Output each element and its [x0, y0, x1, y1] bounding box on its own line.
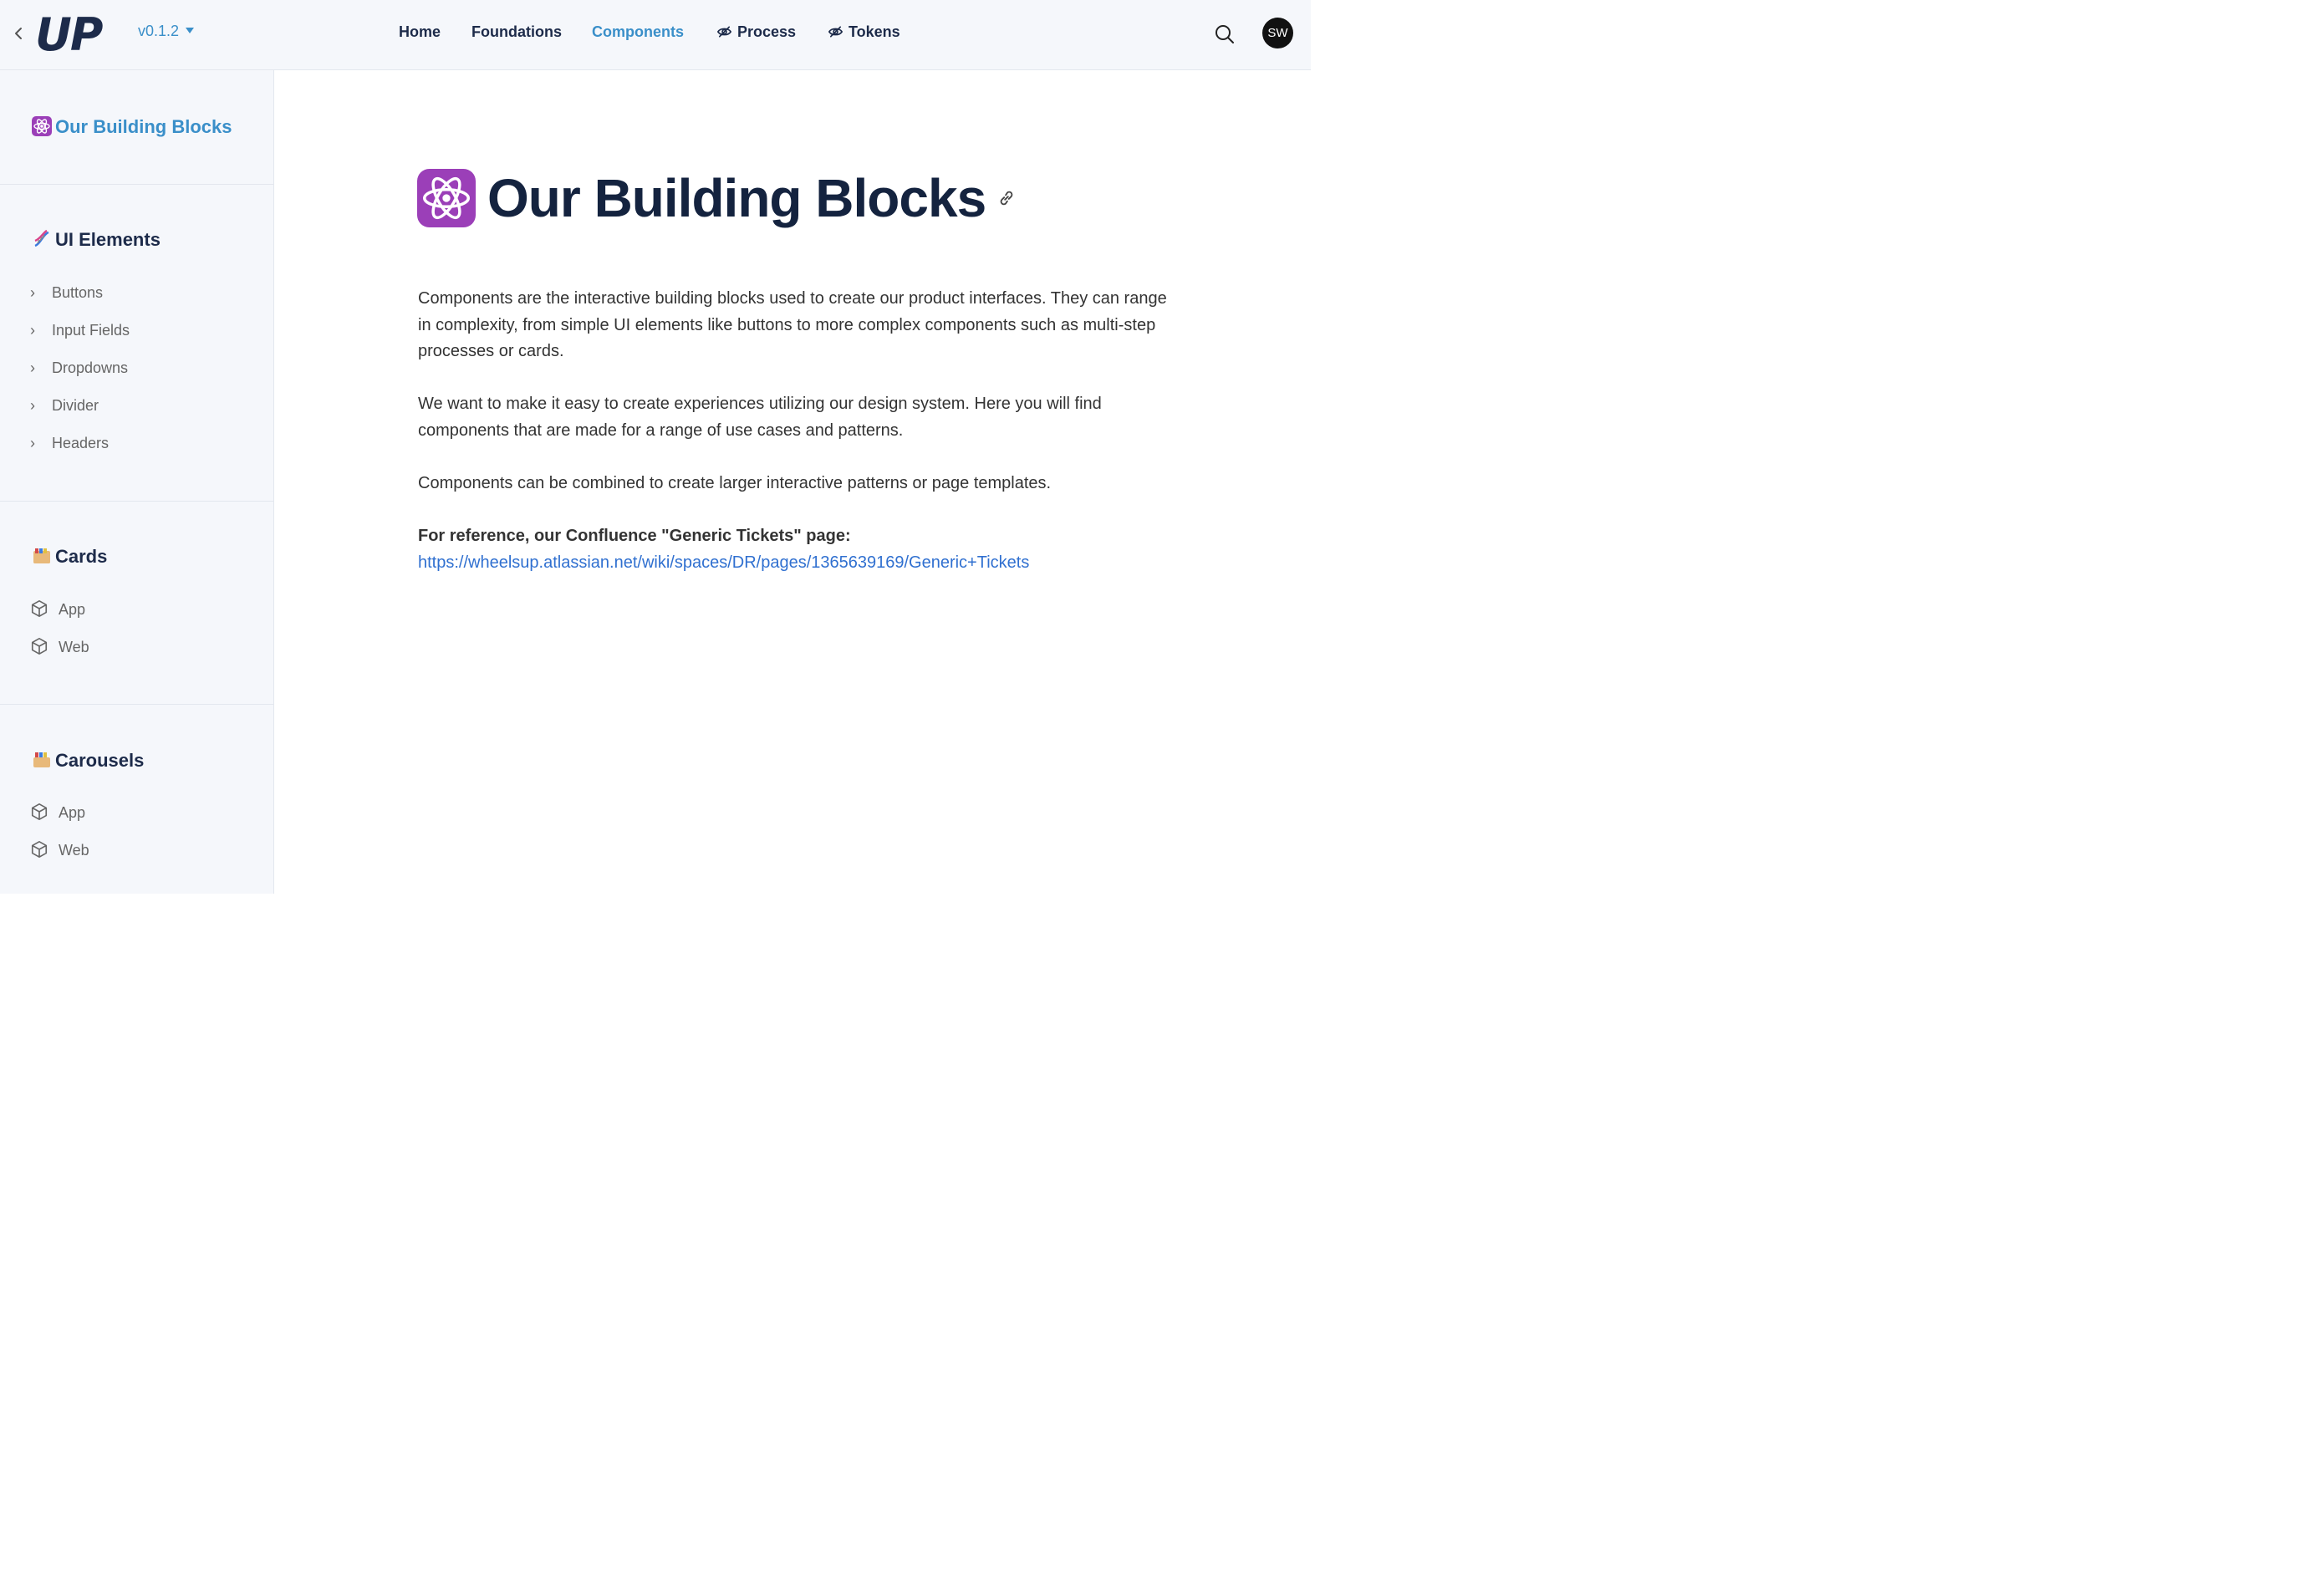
cube-icon — [31, 600, 48, 618]
chevron-right-icon: › — [30, 284, 35, 301]
caret-down-icon — [186, 27, 195, 33]
version-label: v0.1.2 — [138, 23, 180, 39]
sidebar: Our Building Blocks UI Elements › Buttons… — [0, 70, 274, 894]
eye-off-icon — [716, 26, 732, 38]
system-paragraph: We want to make it easy to create experi… — [418, 395, 1102, 440]
divider — [0, 501, 273, 502]
section-ui-elements-label: UI Elements — [55, 229, 161, 250]
page-title-text: Our Building Blocks — [487, 168, 986, 228]
dna-icon — [34, 230, 49, 247]
divider — [0, 184, 273, 185]
section-cards: Cards — [32, 546, 107, 568]
sidebar-item-divider[interactable]: › Divider — [30, 397, 99, 415]
nav-components[interactable]: Components — [592, 23, 684, 41]
chevron-right-icon: › — [30, 397, 35, 414]
sidebar-item-cards-web[interactable]: Web — [30, 638, 89, 657]
chevron-right-icon: › — [30, 359, 35, 376]
sidebar-top-label: Our Building Blocks — [55, 116, 232, 137]
section-carousels: Carousels — [32, 750, 144, 772]
intro-paragraph: Components are the interactive building … — [418, 289, 1167, 360]
nav-tokens-label: Tokens — [849, 23, 900, 40]
eye-off-icon — [828, 26, 843, 38]
sidebar-item-label: Divider — [52, 397, 99, 414]
nav-home[interactable]: Home — [399, 23, 441, 41]
sidebar-item-cards-app[interactable]: App — [30, 600, 86, 619]
card-box-icon — [33, 548, 50, 564]
top-bar: UP v0.1.2 Home Foundations Components Pr… — [0, 0, 1311, 70]
reference-label: For reference, our Confluence "Generic T… — [418, 527, 851, 545]
section-carousels-label: Carousels — [55, 750, 145, 771]
sidebar-item-label: Headers — [52, 435, 110, 451]
avatar[interactable]: SW — [1262, 18, 1293, 48]
reference-block: For reference, our Confluence "Generic T… — [418, 523, 1170, 576]
nav-process-label: Process — [737, 23, 797, 40]
sidebar-item-carousels-app[interactable]: App — [30, 803, 86, 823]
section-ui-elements: UI Elements — [32, 229, 161, 251]
sidebar-item-label: App — [59, 804, 86, 821]
logo[interactable]: UP — [35, 8, 103, 61]
nav-foundations[interactable]: Foundations — [471, 23, 562, 41]
section-cards-label: Cards — [55, 546, 108, 567]
search-icon[interactable] — [1214, 23, 1236, 45]
back-chevron-icon[interactable] — [10, 23, 27, 43]
page-title: Our Building Blocks — [417, 167, 1016, 229]
sidebar-item-label: Buttons — [52, 284, 104, 301]
sidebar-item-label: Web — [59, 842, 89, 859]
link-icon[interactable] — [997, 189, 1016, 207]
sidebar-item-label: Web — [59, 639, 89, 655]
atom-icon — [32, 116, 52, 137]
cube-icon — [31, 841, 48, 859]
chevron-right-icon: › — [30, 435, 35, 451]
divider — [0, 704, 273, 705]
sidebar-top-link[interactable]: Our Building Blocks — [32, 116, 232, 138]
card-box-icon — [33, 752, 50, 768]
chevron-right-icon: › — [30, 322, 35, 339]
sidebar-item-carousels-web[interactable]: Web — [30, 841, 89, 860]
sidebar-item-headers[interactable]: › Headers — [30, 435, 109, 452]
combine-paragraph: Components can be combined to create lar… — [418, 474, 1052, 492]
sidebar-item-dropdowns[interactable]: › Dropdowns — [30, 359, 128, 377]
sidebar-item-label: Input Fields — [52, 322, 130, 339]
sidebar-item-buttons[interactable]: › Buttons — [30, 284, 103, 302]
reference-link[interactable]: https://wheelsup.atlassian.net/wiki/spac… — [418, 553, 1029, 572]
version-selector[interactable]: v0.1.2 — [138, 23, 195, 40]
cube-icon — [31, 638, 48, 655]
atom-icon — [417, 169, 476, 227]
sidebar-item-label: App — [59, 601, 86, 618]
sidebar-item-label: Dropdowns — [52, 359, 129, 376]
cube-icon — [31, 803, 48, 821]
nav-process[interactable]: Process — [716, 23, 796, 41]
sidebar-item-input-fields[interactable]: › Input Fields — [30, 322, 130, 339]
nav-tokens[interactable]: Tokens — [828, 23, 900, 41]
